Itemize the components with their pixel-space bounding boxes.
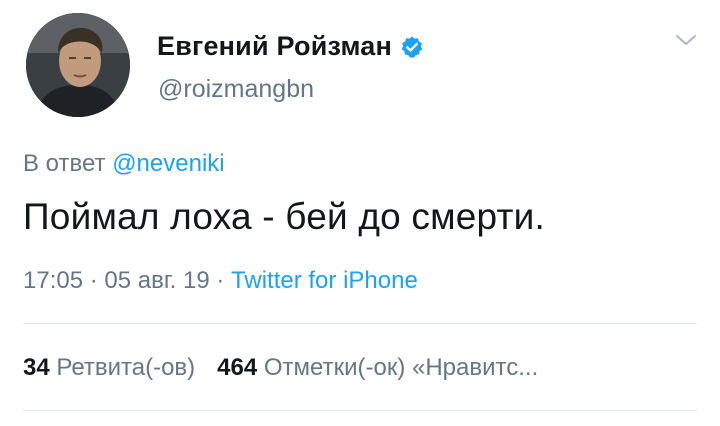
tweet-meta: 17:05 · 05 авг. 19 · Twitter for iPhone (23, 267, 418, 295)
likes-label: Отметки(-ок) «Нравитс... (263, 354, 539, 381)
meta-separator: · (209, 267, 232, 294)
tweet-card: Евгений Ройзман @roizmangbn В ответ @nev… (0, 0, 720, 426)
author-name-row[interactable]: Евгений Ройзман (157, 31, 424, 62)
tweet-source-link[interactable]: Twitter for iPhone (231, 267, 418, 294)
meta-separator: · (83, 267, 105, 294)
retweets-label: Ретвита(-ов) (56, 354, 196, 381)
reply-prefix: В ответ (23, 150, 106, 177)
retweets-count: 34 (23, 354, 50, 381)
likes-stat[interactable]: 464 Отметки(-ок) «Нравитс... (217, 354, 538, 381)
tweet-text: Поймал лоха - бей до смерти. (23, 196, 545, 237)
reply-context: В ответ @neveniki (23, 150, 225, 178)
divider (23, 410, 697, 411)
author-display-name[interactable]: Евгений Ройзман (157, 31, 392, 62)
chevron-down-icon[interactable] (675, 33, 697, 47)
tweet-stats: 34 Ретвита(-ов) 464 Отметки(-ок) «Нравитс… (23, 354, 560, 382)
divider (23, 323, 697, 324)
reply-mention-link[interactable]: @neveniki (112, 150, 224, 177)
avatar[interactable] (26, 13, 130, 117)
retweets-stat[interactable]: 34 Ретвита(-ов) (23, 354, 195, 381)
author-handle[interactable]: @roizmangbn (158, 75, 314, 104)
likes-count: 464 (217, 354, 258, 381)
verified-badge-icon (401, 36, 423, 58)
tweet-time[interactable]: 17:05 (23, 267, 83, 294)
tweet-date[interactable]: 05 авг. 19 (104, 267, 209, 294)
avatar-image (26, 13, 130, 117)
